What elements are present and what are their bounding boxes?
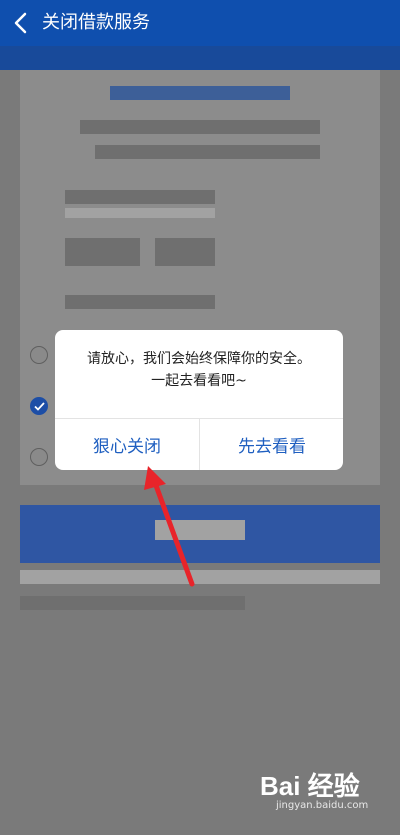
dialog-message-line1: 请放心，我们会始终保障你的安全。 (87, 351, 311, 367)
page-title: 关闭借款服务 (42, 12, 150, 33)
header-strip (0, 46, 400, 70)
app-header: 关闭借款服务 (0, 0, 400, 46)
blurred-text (155, 238, 215, 266)
go-look-button[interactable]: 先去看看 (200, 419, 343, 470)
back-chevron-icon[interactable] (12, 11, 30, 35)
watermark-url: jingyan.baidu.com (276, 800, 369, 811)
blurred-text (65, 208, 215, 218)
annotation-arrow-icon (144, 466, 195, 587)
blurred-text (65, 295, 215, 309)
blurred-text (95, 145, 320, 159)
option-radio[interactable] (30, 448, 48, 466)
baidu-jingyan-watermark: Bai 经验 jingyan.baidu.com (260, 760, 390, 820)
blurred-footer-text (20, 596, 245, 610)
blurred-text (80, 120, 320, 134)
dialog-message: 请放心，我们会始终保障你的安全。 一起去看看吧~ (63, 348, 335, 392)
check-icon (34, 402, 45, 411)
option-radio[interactable] (30, 346, 48, 364)
blurred-text (65, 190, 215, 204)
blurred-heading (110, 86, 290, 100)
watermark-brand: Bai 经验 (260, 771, 360, 801)
dialog-message-line2: 一起去看看吧~ (151, 373, 247, 389)
confirm-dialog: 请放心，我们会始终保障你的安全。 一起去看看吧~ 狠心关闭 先去看看 (55, 330, 343, 470)
blurred-text (65, 238, 140, 266)
option-radio-checked[interactable] (30, 397, 48, 415)
